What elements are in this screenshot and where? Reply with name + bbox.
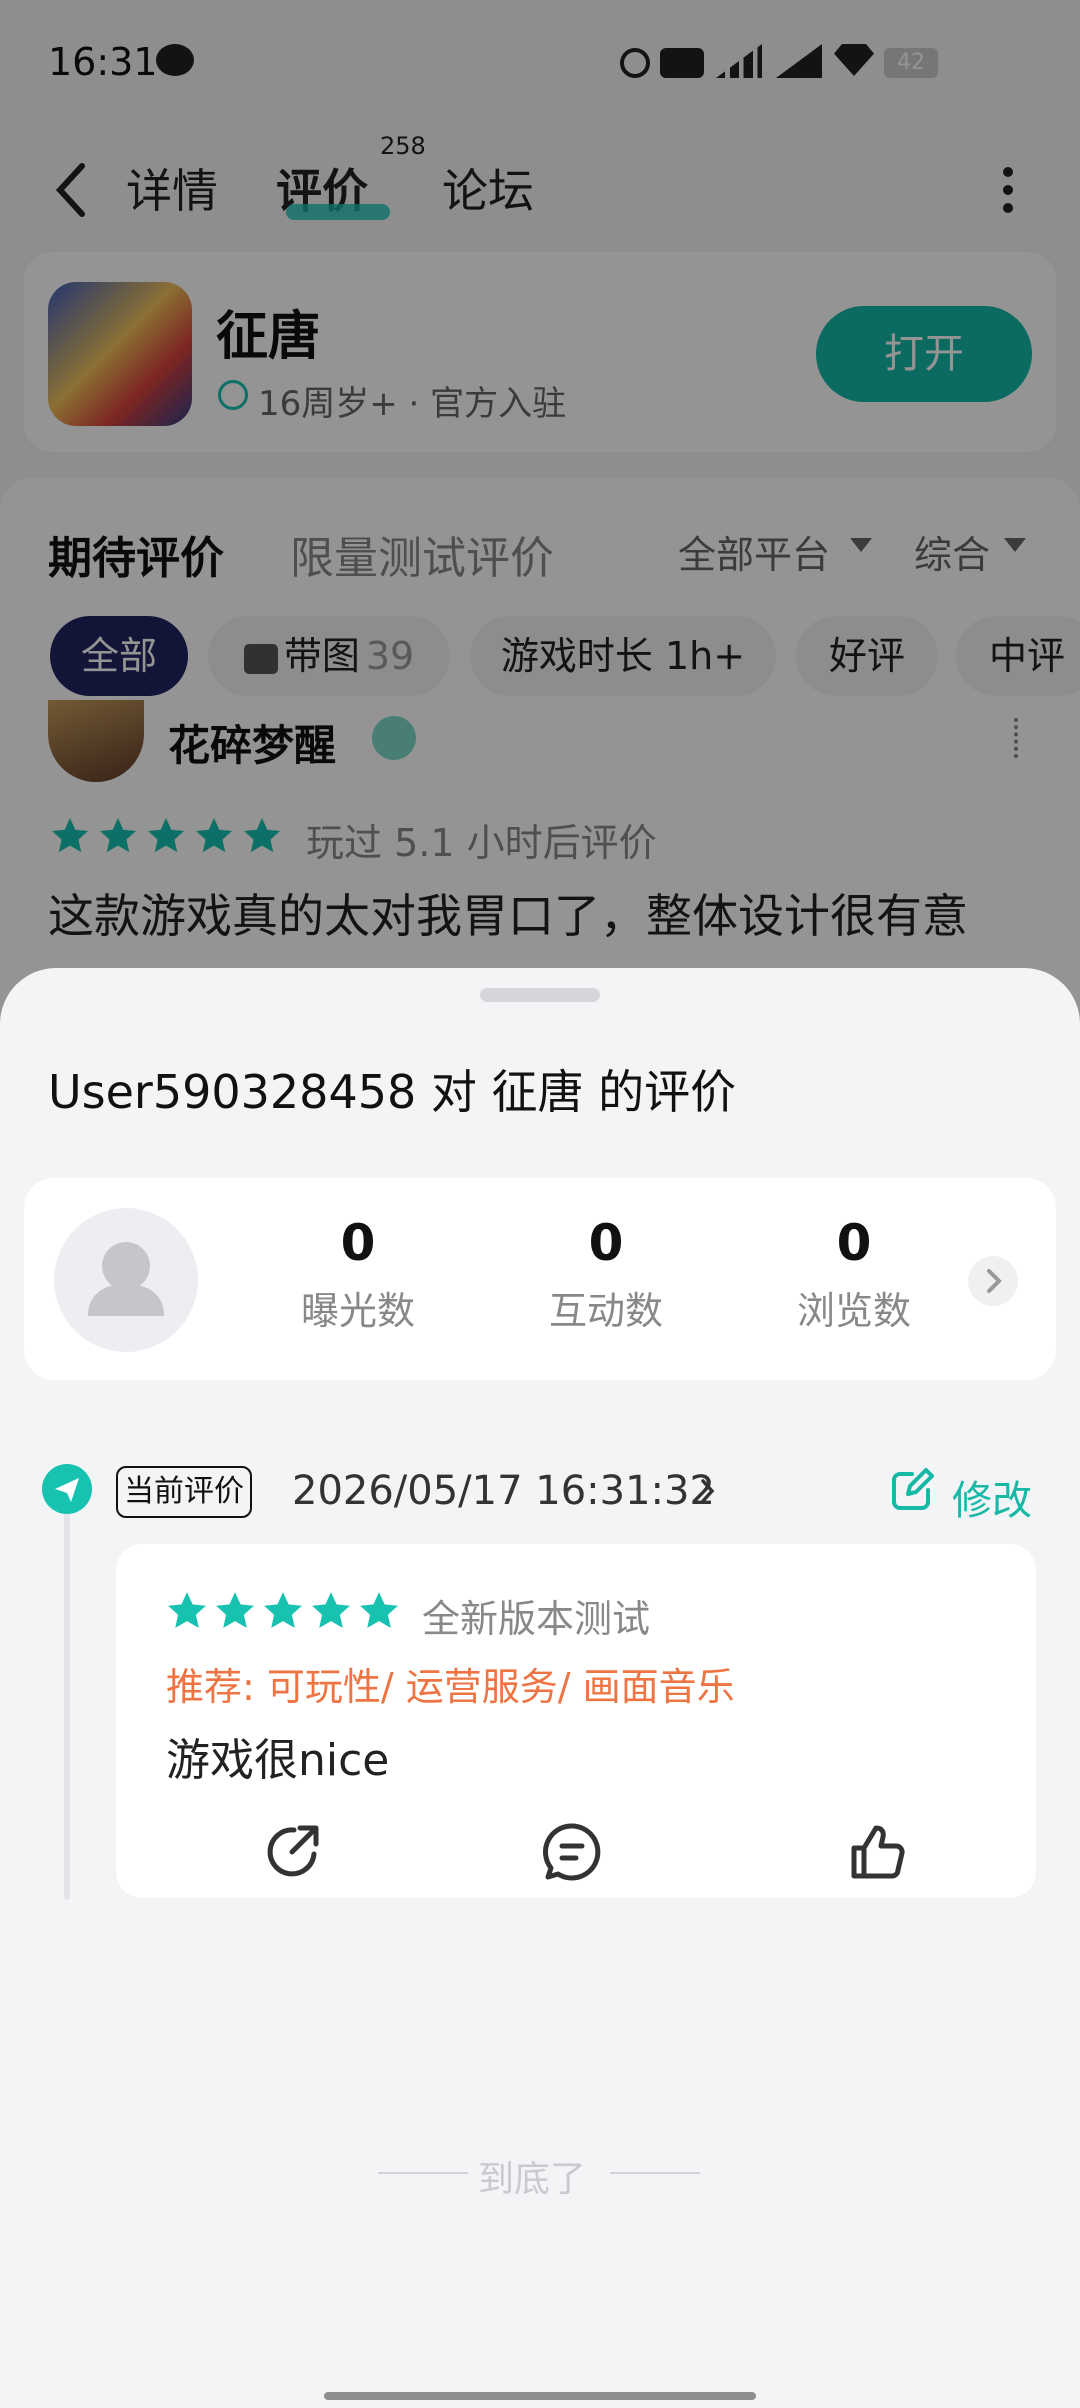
comment-icon[interactable]: [536, 1816, 608, 1888]
divider: [378, 2172, 468, 2174]
stats-card[interactable]: 0 曝光数 0 互动数 0 浏览数: [24, 1178, 1056, 1380]
chevron-right-icon[interactable]: [968, 1256, 1018, 1306]
review-detail-sheet: User590328458 对 征唐 的评价 0 曝光数 0 互动数 0 浏览数…: [0, 968, 1080, 2408]
current-review-badge: 当前评价: [116, 1466, 252, 1518]
stat-interaction: 0 互动数: [506, 1214, 706, 1335]
sheet-drag-handle[interactable]: [480, 988, 600, 1002]
end-of-list-text: 到底了: [478, 2159, 587, 2200]
sheet-title: User590328458 对 征唐 的评价: [48, 1065, 737, 1119]
star-icon: [312, 1592, 350, 1628]
stat-label: 曝光数: [300, 1289, 415, 1333]
stat-label: 浏览数: [796, 1289, 911, 1333]
edit-icon: [888, 1466, 936, 1518]
stat-views: 0 浏览数: [754, 1214, 954, 1335]
edit-label: 修改: [952, 1478, 1032, 1524]
send-icon: [42, 1464, 92, 1514]
recommend-tags: 推荐: 可玩性/ 运营服务/ 画面音乐: [166, 1665, 735, 1709]
timeline-line: [64, 1496, 70, 1900]
review-content: 游戏很nice: [166, 1735, 390, 1786]
star-icon: [360, 1592, 398, 1628]
divider: [610, 2172, 700, 2174]
home-indicator[interactable]: [324, 2392, 756, 2400]
stat-label: 互动数: [548, 1289, 663, 1333]
stat-exposure: 0 曝光数: [258, 1214, 458, 1335]
current-review-card[interactable]: 全新版本测试 推荐: 可玩性/ 运营服务/ 画面音乐 游戏很nice: [116, 1544, 1036, 1898]
avatar: [54, 1208, 198, 1352]
like-icon[interactable]: [842, 1816, 914, 1888]
share-icon[interactable]: [256, 1816, 328, 1888]
stat-value: 0: [836, 1214, 872, 1272]
stat-value: 0: [340, 1214, 376, 1272]
review-tag: 全新版本测试: [422, 1597, 651, 1641]
star-icon: [168, 1592, 206, 1628]
star-icon: [264, 1592, 302, 1628]
rating-stars: [166, 1590, 406, 1632]
stat-value: 0: [588, 1214, 624, 1272]
review-date[interactable]: 2026/05/17 16:31:32: [292, 1468, 715, 1514]
chevron-right-icon: [698, 1476, 718, 1510]
star-icon: [216, 1592, 254, 1628]
